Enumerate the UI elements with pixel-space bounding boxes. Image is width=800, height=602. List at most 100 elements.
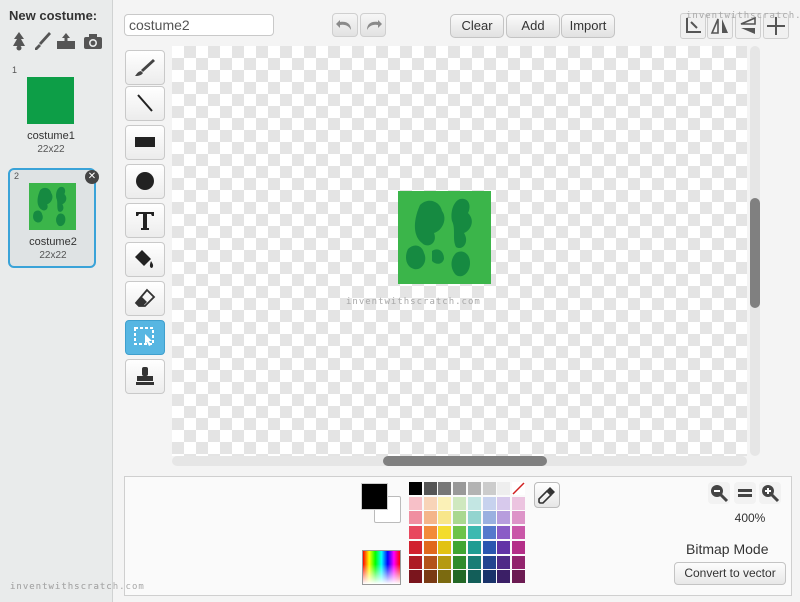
stamp-tool[interactable] [125,359,165,394]
palette-swatch[interactable] [438,570,452,584]
palette-swatch[interactable] [409,496,422,510]
palette-swatch[interactable] [423,511,437,525]
primary-color-swatch[interactable] [361,483,388,510]
palette-swatch[interactable] [497,511,511,525]
palette-swatch[interactable] [511,555,525,569]
palette-swatch[interactable] [409,526,422,540]
palette-swatch[interactable] [497,555,511,569]
palette-swatch[interactable] [497,540,511,554]
line-icon [137,94,153,112]
palette-swatch[interactable] [497,570,511,584]
text-tool[interactable] [125,203,165,238]
costume-name: costume2 [29,236,77,248]
paint-brush-icon[interactable] [32,30,54,52]
sprite-library-icon[interactable] [8,30,30,52]
palette-swatch[interactable] [453,570,467,584]
zoom-reset-icon [738,489,752,497]
zoom-reset-button[interactable] [734,482,756,504]
color-picker-gradient[interactable] [362,550,401,585]
costume-name-input[interactable] [124,14,274,36]
palette-swatch[interactable] [409,540,422,554]
undo-icon[interactable] [332,13,358,37]
clear-button[interactable]: Clear [450,14,504,38]
palette-swatch[interactable] [511,511,525,525]
palette-swatch[interactable] [423,570,437,584]
palette-swatch[interactable] [482,482,496,495]
palette-swatch[interactable] [453,555,467,569]
palette-swatch[interactable] [482,526,496,540]
palette-swatch[interactable] [497,482,511,495]
costume-thumbnail [27,77,74,124]
vertical-scroll-thumb[interactable] [750,198,760,308]
palette-swatch[interactable] [409,511,422,525]
eyedropper-button[interactable] [534,482,560,508]
line-tool[interactable] [125,86,165,121]
costume-item-2[interactable]: 2 ✕ costume2 22x22 [8,168,99,268]
delete-costume-icon[interactable]: ✕ [85,170,99,184]
zoom-in-button[interactable] [759,482,781,504]
convert-to-vector-button[interactable]: Convert to vector [674,562,786,585]
palette-swatch[interactable] [497,496,511,510]
redo-icon[interactable] [360,13,386,37]
rectangle-tool[interactable] [125,125,165,160]
palette-swatch[interactable] [409,555,422,569]
palette-swatch[interactable] [467,555,481,569]
palette-swatch[interactable] [511,496,525,510]
select-tool[interactable] [125,320,165,355]
horizontal-scroll-thumb[interactable] [383,456,547,466]
palette-swatch[interactable] [467,482,481,495]
palette-swatch[interactable] [482,511,496,525]
fill-tool[interactable] [125,242,165,277]
palette-swatch[interactable] [438,526,452,540]
palette-swatch[interactable] [482,555,496,569]
palette-swatch[interactable] [497,526,511,540]
palette-swatch[interactable] [482,496,496,510]
palette-swatch[interactable] [423,526,437,540]
palette-swatch[interactable] [467,511,481,525]
palette-swatch[interactable] [438,482,452,495]
palette-swatch[interactable] [467,540,481,554]
palette-swatch[interactable] [453,482,467,495]
add-button[interactable]: Add [506,14,560,38]
upload-icon[interactable] [55,30,77,52]
brush-tool[interactable] [125,50,165,85]
zoom-out-button[interactable] [708,482,730,504]
costume-size: 22x22 [37,144,65,155]
palette-swatch[interactable] [423,540,437,554]
palette-swatch[interactable] [438,555,452,569]
bitmap-mode-label: Bitmap Mode [686,541,769,557]
costume-image[interactable] [398,191,491,284]
no-color-icon[interactable] [512,482,525,495]
palette-swatch[interactable] [423,482,437,495]
palette-swatch[interactable] [511,540,525,554]
palette-swatch[interactable] [511,526,525,540]
palette-swatch[interactable] [482,540,496,554]
palette-swatch[interactable] [453,496,467,510]
watermark-bottom: inventwithscratch.com [10,582,145,592]
palette-swatch[interactable] [467,570,481,584]
palette-swatch[interactable] [438,511,452,525]
palette-swatch[interactable] [423,555,437,569]
palette-swatch[interactable] [438,496,452,510]
text-icon [136,212,154,230]
new-costume-label: New costume: [9,8,98,23]
import-button[interactable]: Import [561,14,615,38]
zoom-level: 400% [734,511,766,525]
ellipse-tool[interactable] [125,164,165,199]
palette-swatch[interactable] [453,540,467,554]
palette-swatch[interactable] [511,570,525,584]
palette-swatch[interactable] [453,526,467,540]
camera-icon[interactable] [82,30,104,52]
eraser-tool[interactable] [125,281,165,316]
costume-name: costume1 [27,130,75,142]
palette-swatch[interactable] [409,482,422,495]
palette-swatch[interactable] [467,526,481,540]
palette-swatch[interactable] [423,496,437,510]
palette-swatch[interactable] [467,496,481,510]
palette-swatch[interactable] [482,570,496,584]
costume-item-1[interactable]: 1 costume1 22x22 [8,64,94,160]
palette-swatch[interactable] [409,570,422,584]
palette-swatch[interactable] [453,511,467,525]
zoom-out-icon [711,485,729,503]
palette-swatch[interactable] [438,540,452,554]
